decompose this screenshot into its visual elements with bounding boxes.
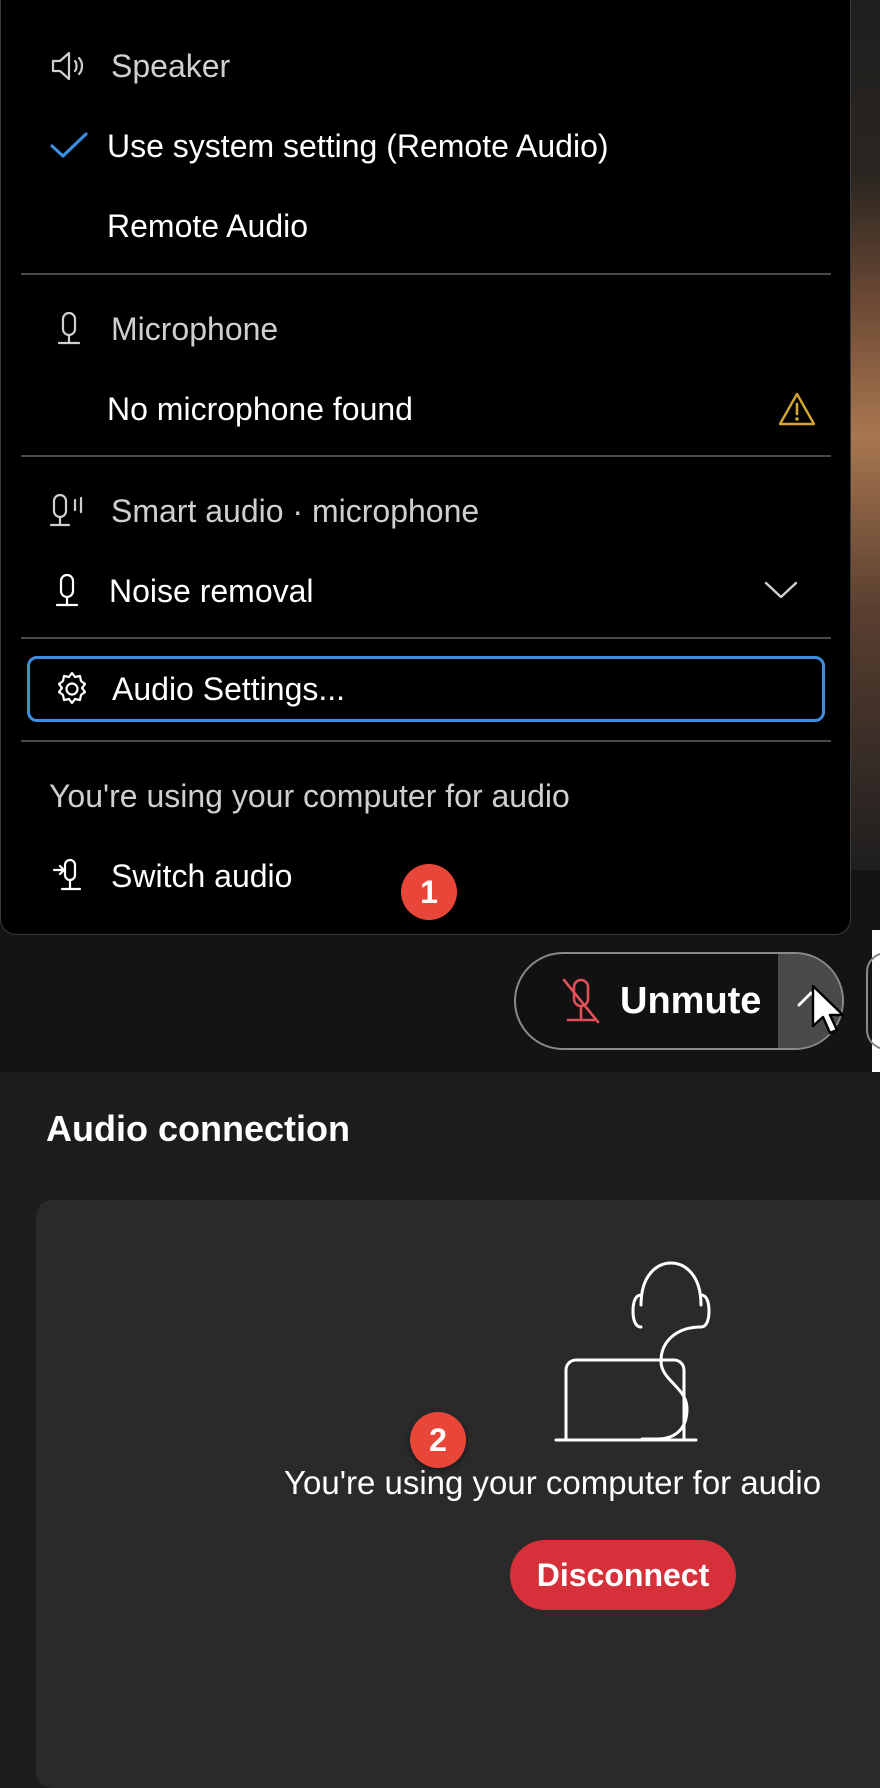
gear-icon bbox=[52, 669, 92, 709]
mouse-cursor-icon bbox=[810, 984, 845, 1036]
speaker-icon bbox=[49, 46, 89, 86]
meeting-area: Speaker Use system setting (Remote Audio… bbox=[0, 0, 880, 1072]
audio-settings-button[interactable]: Audio Settings... bbox=[27, 656, 825, 722]
microphone-section-header: Microphone bbox=[1, 289, 852, 369]
callout-badge-2: 2 bbox=[410, 1412, 466, 1468]
noise-removal-dropdown[interactable]: Noise removal bbox=[1, 551, 852, 631]
menu-divider bbox=[21, 273, 831, 275]
chevron-down-icon bbox=[763, 577, 799, 601]
microphone-status-item: No microphone found bbox=[1, 369, 852, 449]
menu-divider bbox=[21, 740, 831, 742]
smart-audio-section-header: Smart audio · microphone bbox=[1, 471, 852, 551]
microphone-status-label: No microphone found bbox=[107, 390, 413, 427]
microphone-muted-icon bbox=[558, 976, 604, 1026]
unmute-label: Unmute bbox=[620, 979, 762, 1022]
warning-icon bbox=[777, 391, 817, 427]
speaker-option-label: Use system setting (Remote Audio) bbox=[107, 127, 609, 164]
microphone-icon bbox=[49, 309, 89, 349]
microphone-icon bbox=[47, 571, 87, 611]
audio-menu: Speaker Use system setting (Remote Audio… bbox=[0, 0, 851, 935]
audio-source-info: You're using your computer for audio bbox=[1, 756, 852, 836]
participant-video bbox=[850, 0, 880, 870]
laptop-headset-illustration bbox=[526, 1250, 766, 1450]
audio-connection-title: Audio connection bbox=[46, 1108, 350, 1149]
menu-divider bbox=[21, 637, 831, 639]
speaker-option-label: Remote Audio bbox=[107, 207, 309, 244]
speaker-option-remote-audio[interactable]: Remote Audio bbox=[1, 186, 852, 266]
audio-connection-card: You're using your computer for audio Dis… bbox=[36, 1200, 880, 1788]
audio-settings-label: Audio Settings... bbox=[112, 670, 346, 707]
switch-audio-label: Switch audio bbox=[111, 857, 293, 894]
menu-divider bbox=[21, 455, 831, 457]
checkmark-icon bbox=[49, 126, 89, 166]
speaker-option-system-setting[interactable]: Use system setting (Remote Audio) bbox=[1, 106, 852, 186]
smart-microphone-icon bbox=[49, 491, 89, 531]
next-control-button[interactable] bbox=[866, 952, 880, 1050]
disconnect-button[interactable]: Disconnect bbox=[510, 1540, 736, 1610]
unmute-button[interactable]: Unmute bbox=[516, 954, 778, 1048]
speaker-header-label: Speaker bbox=[111, 47, 231, 84]
unmute-control: Unmute bbox=[514, 952, 844, 1050]
callout-badge-1: 1 bbox=[401, 864, 457, 920]
microphone-header-label: Microphone bbox=[111, 310, 279, 347]
using-computer-label: You're using your computer for audio bbox=[49, 777, 570, 814]
smart-audio-header-label: Smart audio · microphone bbox=[111, 492, 480, 529]
audio-connection-panel: Audio connection You're using your compu… bbox=[0, 1072, 880, 1788]
noise-removal-label: Noise removal bbox=[109, 572, 314, 609]
switch-audio-icon bbox=[49, 856, 89, 896]
audio-connection-status: You're using your computer for audio bbox=[284, 1464, 822, 1501]
speaker-section-header: Speaker bbox=[1, 26, 852, 106]
